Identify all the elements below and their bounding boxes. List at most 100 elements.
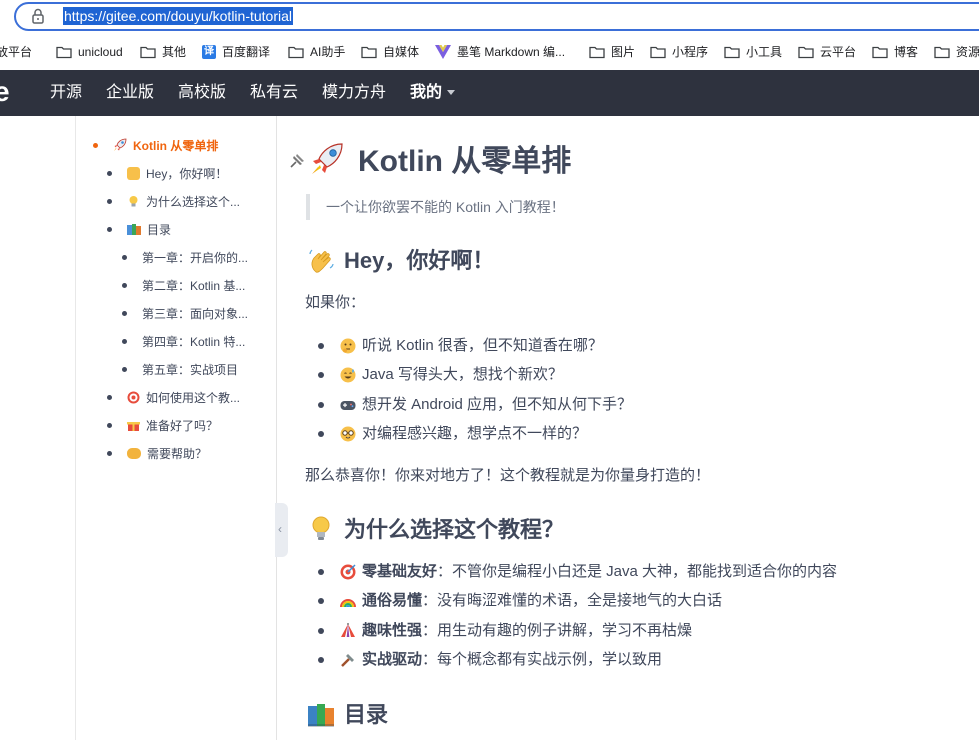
toc-sidebar: Kotlin 从零单排 Hey，你好啊！ 为什么选择这个... 目录 第一章：开… (75, 116, 277, 740)
article-content: Kotlin 从零单排 一个让你欲罢不能的 Kotlin 入门教程！ Hey，你… (288, 116, 979, 740)
url-text[interactable]: https://gitee.com/douyu/kotlin-tutorial (63, 7, 294, 25)
bookmark-other[interactable]: 其他 (140, 38, 186, 66)
bookmark-label: 百度翻译 (222, 45, 271, 59)
pin-icon[interactable] (288, 152, 306, 170)
handshake-icon (127, 448, 141, 459)
bookmark-label: 墨笔 Markdown 编... (457, 45, 566, 59)
address-bar-area: https://gitee.com/douyu/kotlin-tutorial (0, 0, 979, 35)
circus-tent-icon (341, 623, 355, 637)
bookmark-mini-program[interactable]: 小程序 (650, 38, 708, 66)
bookmark-cloud-platform[interactable]: 云平台 (798, 38, 856, 66)
bullet (318, 657, 324, 663)
folder-icon (140, 46, 156, 59)
toc-label: 准备好了吗？ (146, 419, 219, 433)
waving-hand-icon (127, 167, 140, 180)
nerd-face-icon (340, 426, 356, 442)
target-icon (127, 391, 140, 404)
toc-item-why[interactable]: 为什么选择这个... (107, 192, 240, 212)
bookmark-resources[interactable]: 资源 (934, 38, 979, 66)
list-item-text: 对编程感兴趣，想学点不一样的？ (362, 425, 588, 442)
chevron-left-icon: ‹ (278, 522, 282, 536)
toc-label: 第三章：面向对象... (142, 307, 249, 321)
toc-item-chapter-5[interactable]: 第五章：实战项目 (122, 360, 239, 380)
sweat-smile-icon (340, 367, 356, 383)
bookmark-label: 小程序 (672, 45, 709, 59)
vue-logo-icon (435, 45, 451, 59)
bookmark-label: AI助手 (310, 45, 346, 59)
toc-item-help[interactable]: 需要帮助？ (107, 444, 207, 464)
gamepad-icon (340, 401, 356, 410)
toc-label: 目录 (147, 223, 172, 237)
bookmark-self-media[interactable]: 自媒体 (361, 38, 419, 66)
toc-label: 第四章：Kotlin 特... (142, 335, 246, 349)
toc-item-title[interactable]: Kotlin 从零单排 (93, 136, 218, 156)
rocket-icon (114, 138, 127, 151)
folder-icon (361, 46, 377, 59)
toc-item-how-to-use[interactable]: 如何使用这个教... (107, 388, 241, 408)
heading-hello: Hey，你好啊！ (344, 248, 495, 273)
bookmark-label: 自媒体 (383, 45, 420, 59)
site-logo[interactable]: e (0, 76, 10, 108)
bookmark-open-platform[interactable]: 放平台 (0, 38, 32, 66)
bullet (318, 372, 324, 378)
heading-why: 为什么选择这个教程？ (344, 517, 565, 542)
toc-item-ready[interactable]: 准备好了吗？ (107, 416, 219, 436)
toc-label: 如何使用这个教... (146, 391, 241, 405)
page-title: Kotlin 从零单排 (358, 145, 572, 178)
toc-item-contents[interactable]: 目录 (107, 220, 172, 240)
bullet (107, 451, 112, 456)
nav-private-cloud[interactable]: 私有云 (250, 70, 298, 116)
bookmark-unicloud[interactable]: unicloud (56, 38, 123, 66)
reason-text: ：每个概念都有实战示例，学以致用 (422, 651, 663, 668)
subtitle-quote: 一个让你欲罢不能的 Kotlin 入门教程！ (306, 194, 706, 220)
bullet (107, 199, 112, 204)
bullet (107, 395, 112, 400)
toc-item-hello[interactable]: Hey，你好啊！ (107, 164, 228, 184)
thinking-face-icon (340, 338, 356, 354)
toc-item-chapter-1[interactable]: 第一章：开启你的... (122, 248, 249, 268)
folder-icon (872, 46, 888, 59)
bullet (122, 367, 127, 372)
gift-icon (127, 422, 140, 431)
toc-item-chapter-4[interactable]: 第四章：Kotlin 特... (122, 332, 246, 352)
bookmark-mobi-markdown[interactable]: 墨笔 Markdown 编... (435, 38, 565, 66)
bullet (107, 171, 112, 176)
bookmark-label: 放平台 (0, 45, 33, 59)
bookmark-label: 博客 (894, 45, 919, 59)
bookmarks-bar: 放平台 unicloud 其他 译 百度翻译 AI助手 自媒体 墨笔 Markd… (0, 38, 979, 66)
toc-label: 第五章：实战项目 (142, 363, 239, 377)
toc-collapse-button[interactable]: ‹ (275, 503, 288, 557)
nav-mine-dropdown[interactable]: 我的 (410, 70, 456, 116)
reason-bold: 趣味性强 (362, 622, 423, 639)
toc-label: Hey，你好啊！ (146, 167, 228, 181)
bookmark-images[interactable]: 图片 (589, 38, 635, 66)
intro-text: 如果你： (305, 294, 366, 311)
bookmark-ai-assistant[interactable]: AI助手 (288, 38, 345, 66)
bullet (122, 283, 127, 288)
bookmark-tools[interactable]: 小工具 (724, 38, 782, 66)
toc-label: 第二章：Kotlin 基... (142, 279, 246, 293)
nav-enterprise[interactable]: 企业版 (106, 70, 154, 116)
subtitle-text: 一个让你欲罢不能的 Kotlin 入门教程！ (326, 199, 565, 215)
bookmark-label: 其他 (162, 45, 187, 59)
rocket-icon (312, 143, 343, 174)
toc-label: 第一章：开启你的... (142, 251, 249, 265)
reason-bold: 实战驱动 (362, 651, 423, 668)
folder-icon (934, 46, 950, 59)
bookmark-label: 云平台 (820, 45, 857, 59)
nav-education[interactable]: 高校版 (178, 70, 226, 116)
toc-item-chapter-3[interactable]: 第三章：面向对象... (122, 304, 249, 324)
books-icon (127, 224, 141, 235)
bulb-icon (129, 196, 138, 207)
bookmark-baidu-translate[interactable]: 译 百度翻译 (202, 38, 270, 66)
bookmark-blog[interactable]: 博客 (872, 38, 918, 66)
hammer-icon (341, 654, 354, 667)
bulb-icon (312, 516, 330, 540)
nav-open-source[interactable]: 开源 (50, 70, 82, 116)
heading-contents: 目录 (344, 702, 389, 727)
folder-icon (589, 46, 605, 59)
folder-icon (288, 46, 304, 59)
toc-item-chapter-2[interactable]: 第二章：Kotlin 基... (122, 276, 246, 296)
nav-moli-fangzhou[interactable]: 模力方舟 (322, 70, 386, 116)
lock-icon[interactable] (31, 8, 45, 24)
